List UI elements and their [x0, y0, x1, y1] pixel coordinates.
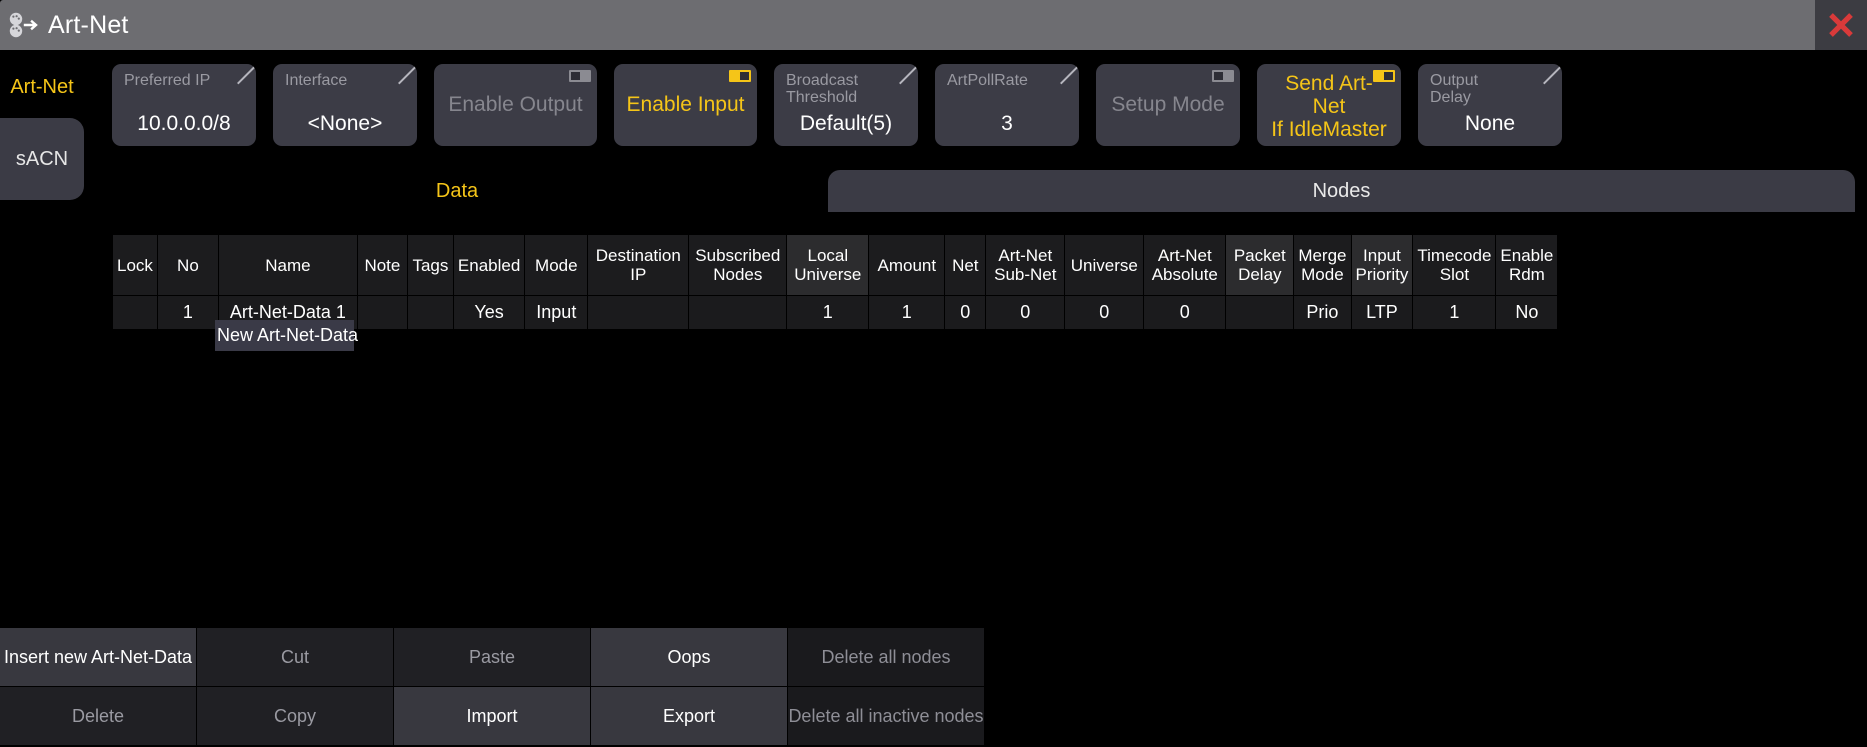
setup-mode-label: Setup Mode — [1108, 72, 1228, 137]
col-header-tags[interactable]: Tags — [408, 235, 453, 295]
toggle-switch-icon[interactable] — [1212, 70, 1234, 82]
col-header-packet-delay[interactable]: Packet Delay — [1226, 235, 1293, 295]
col-header-destination-ip[interactable]: Destination IP — [588, 235, 688, 295]
cell-artnet-absolute[interactable]: 0 — [1144, 296, 1225, 329]
enable-input-label: Enable Input — [626, 72, 745, 137]
name-edit-value: New Art-Net-Data — [217, 325, 358, 346]
artpollrate-label: ArtPollRate — [947, 72, 1067, 89]
output-delay-value: None — [1430, 106, 1550, 137]
settings-button-row: Preferred IP 10.0.0.0/8 Interface <None>… — [112, 64, 1562, 146]
cut-button[interactable]: Cut — [197, 628, 393, 686]
col-header-note[interactable]: Note — [358, 235, 407, 295]
cell-destination-ip[interactable] — [588, 296, 688, 329]
toggle-switch-icon[interactable] — [1373, 70, 1395, 82]
col-header-net[interactable]: Net — [945, 235, 985, 295]
cell-packet-delay[interactable] — [1226, 296, 1293, 329]
toggle-switch-icon[interactable] — [569, 70, 591, 82]
cell-lock[interactable] — [113, 296, 157, 329]
name-edit-input[interactable]: New Art-Net-Data — [215, 320, 354, 351]
cell-note[interactable] — [358, 296, 407, 329]
col-header-enabled[interactable]: Enabled — [454, 235, 524, 295]
preferred-ip-value: 10.0.0.0/8 — [124, 89, 244, 137]
col-header-artnet-absolute[interactable]: Art-Net Absolute — [1144, 235, 1225, 295]
insert-new-artnet-data-button[interactable]: Insert new Art-Net-Data — [0, 628, 196, 686]
cell-mode[interactable]: Input — [525, 296, 587, 329]
cell-artnet-subnet[interactable]: 0 — [986, 296, 1064, 329]
cell-subscribed-nodes[interactable] — [689, 296, 786, 329]
protocol-tab-artnet-label: Art-Net — [10, 76, 73, 99]
cell-net[interactable]: 0 — [945, 296, 985, 329]
cell-timecode-slot[interactable]: 1 — [1413, 296, 1495, 329]
window-title-bar: Art-Net — [0, 0, 1867, 50]
col-header-amount[interactable]: Amount — [869, 235, 944, 295]
col-header-enable-rdm[interactable]: Enable Rdm — [1496, 235, 1557, 295]
import-button[interactable]: Import — [394, 687, 590, 745]
protocol-tab-sacn[interactable]: sACN — [0, 118, 84, 200]
interface-value: <None> — [285, 89, 405, 137]
cell-amount[interactable]: 1 — [869, 296, 944, 329]
broadcast-threshold-value: Default(5) — [786, 106, 906, 137]
command-button-grid: Insert new Art-Net-Data Cut Paste Oops D… — [0, 628, 982, 747]
view-tab-list: Data Nodes — [112, 170, 1855, 212]
copy-button[interactable]: Copy — [197, 687, 393, 745]
protocol-tab-sacn-label: sACN — [16, 148, 68, 171]
table-header-row: Lock No Name Note Tags Enabled Mode Dest… — [113, 235, 1557, 295]
artpollrate-button[interactable]: ArtPollRate 3 — [935, 64, 1079, 146]
tab-nodes[interactable]: Nodes — [828, 170, 1855, 212]
cell-no[interactable]: 1 — [158, 296, 218, 329]
close-icon — [1826, 10, 1856, 40]
output-delay-button[interactable]: Output Delay None — [1418, 64, 1562, 146]
artnet-data-table: Lock No Name Note Tags Enabled Mode Dest… — [112, 234, 1867, 330]
tab-data[interactable]: Data — [112, 170, 802, 212]
tab-nodes-label: Nodes — [1313, 180, 1371, 203]
protocol-tab-list: Art-Net sACN — [0, 56, 84, 200]
col-header-universe[interactable]: Universe — [1065, 235, 1143, 295]
col-header-timecode-slot[interactable]: Timecode Slot — [1413, 235, 1495, 295]
col-header-local-universe[interactable]: Local Universe — [787, 235, 868, 295]
protocol-tab-artnet[interactable]: Art-Net — [0, 56, 84, 118]
cell-enabled[interactable]: Yes — [454, 296, 524, 329]
cell-local-universe[interactable]: 1 — [787, 296, 868, 329]
preferred-ip-button[interactable]: Preferred IP 10.0.0.0/8 — [112, 64, 256, 146]
output-delay-label: Output Delay — [1430, 72, 1550, 106]
send-artnet-if-idlemaster-label: Send Art-Net If IdleMaster — [1269, 72, 1389, 141]
send-artnet-if-idlemaster-button[interactable]: Send Art-Net If IdleMaster — [1257, 64, 1401, 146]
interface-label: Interface — [285, 72, 405, 89]
enable-output-label: Enable Output — [446, 72, 585, 137]
artpollrate-value: 3 — [947, 89, 1067, 137]
broadcast-threshold-label: Broadcast Threshold — [786, 72, 906, 106]
delete-all-inactive-nodes-button[interactable]: Delete all inactive nodes — [788, 687, 984, 745]
window-title: Art-Net — [48, 11, 129, 40]
cell-input-priority[interactable]: LTP — [1352, 296, 1413, 329]
setup-mode-button[interactable]: Setup Mode — [1096, 64, 1240, 146]
close-button[interactable] — [1815, 0, 1867, 50]
col-header-lock[interactable]: Lock — [113, 235, 157, 295]
artnet-node-icon — [0, 0, 48, 50]
cell-merge-mode[interactable]: Prio — [1294, 296, 1350, 329]
paste-button[interactable]: Paste — [394, 628, 590, 686]
cell-universe[interactable]: 0 — [1065, 296, 1143, 329]
col-header-artnet-subnet[interactable]: Art-Net Sub-Net — [986, 235, 1064, 295]
cell-enable-rdm[interactable]: No — [1496, 296, 1557, 329]
col-header-no[interactable]: No — [158, 235, 218, 295]
preferred-ip-label: Preferred IP — [124, 72, 244, 89]
delete-all-nodes-button[interactable]: Delete all nodes — [788, 628, 984, 686]
broadcast-threshold-button[interactable]: Broadcast Threshold Default(5) — [774, 64, 918, 146]
artnet-settings-window: Art-Net Art-Net sACN Preferred IP 10.0.0… — [0, 0, 1867, 747]
oops-button[interactable]: Oops — [591, 628, 787, 686]
toggle-switch-icon[interactable] — [729, 70, 751, 82]
col-header-name[interactable]: Name — [219, 235, 357, 295]
delete-button[interactable]: Delete — [0, 687, 196, 745]
interface-button[interactable]: Interface <None> — [273, 64, 417, 146]
col-header-subscribed-nodes[interactable]: Subscribed Nodes — [689, 235, 786, 295]
tab-data-label: Data — [436, 180, 478, 203]
col-header-mode[interactable]: Mode — [525, 235, 587, 295]
enable-output-button[interactable]: Enable Output — [434, 64, 597, 146]
export-button[interactable]: Export — [591, 687, 787, 745]
col-header-merge-mode[interactable]: Merge Mode — [1294, 235, 1350, 295]
enable-input-button[interactable]: Enable Input — [614, 64, 757, 146]
col-header-input-priority[interactable]: Input Priority — [1352, 235, 1413, 295]
cell-tags[interactable] — [408, 296, 453, 329]
